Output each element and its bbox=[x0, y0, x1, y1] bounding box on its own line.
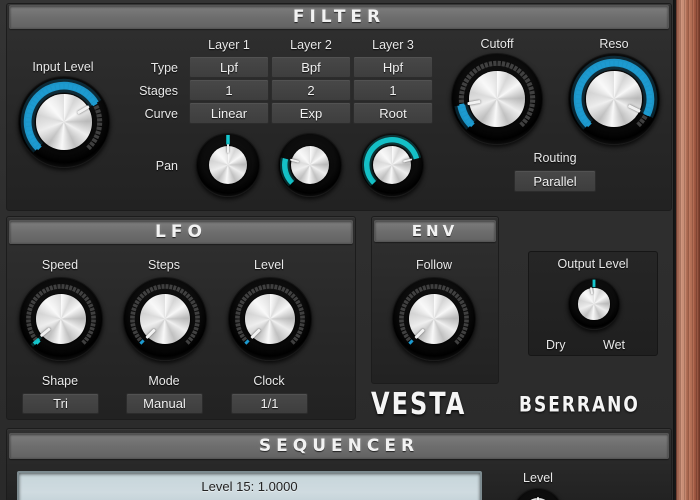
layer-3-curve-cell[interactable]: Root bbox=[353, 102, 433, 124]
plugin-window: FILTER Input Level Layer 1 Layer 2 Layer… bbox=[0, 0, 700, 500]
knob-cap bbox=[578, 288, 610, 320]
reso-knob[interactable] bbox=[568, 53, 660, 145]
layer-3-stages-cell[interactable]: 1 bbox=[353, 79, 433, 101]
layer-3-header: Layer 3 bbox=[372, 38, 414, 52]
brand-logo: VESTA bbox=[371, 386, 467, 422]
lfo-level-label: Level bbox=[254, 258, 284, 272]
row-label-stages: Stages bbox=[139, 84, 178, 98]
env-header-bar: ENV bbox=[374, 220, 496, 242]
lfo-level-knob[interactable] bbox=[228, 277, 312, 361]
routing-label: Routing bbox=[533, 151, 577, 165]
layer-1-header: Layer 1 bbox=[208, 38, 250, 52]
sequencer-display[interactable]: Level 15: 1.0000 bbox=[17, 471, 482, 500]
layer-2-curve-cell[interactable]: Exp bbox=[271, 102, 351, 124]
lfo-mode-cell[interactable]: Manual bbox=[126, 393, 203, 414]
input-level-label: Input Level bbox=[32, 60, 94, 74]
layer-1-curve-cell[interactable]: Linear bbox=[189, 102, 269, 124]
lfo-clock-label: Clock bbox=[253, 374, 285, 388]
lfo-mode-label: Mode bbox=[148, 374, 180, 388]
routing-value-cell[interactable]: Parallel bbox=[514, 170, 596, 192]
layer-2-pan-knob[interactable] bbox=[278, 133, 342, 197]
layer-1-type-cell[interactable]: Lpf bbox=[189, 56, 269, 78]
knob-cap bbox=[372, 145, 412, 185]
sequencer-level-knob[interactable] bbox=[513, 488, 563, 500]
env-follow-label: Follow bbox=[415, 258, 453, 272]
layer-3-pan-knob[interactable] bbox=[360, 133, 424, 197]
knob-cap bbox=[290, 145, 330, 185]
env-follow-knob[interactable] bbox=[392, 277, 476, 361]
layer-1-stages-cell[interactable]: 1 bbox=[189, 79, 269, 101]
lfo-steps-label: Steps bbox=[148, 258, 180, 272]
pan-label: Pan bbox=[155, 159, 178, 173]
input-level-knob[interactable] bbox=[18, 76, 110, 168]
layer-2-stages-cell[interactable]: 2 bbox=[271, 79, 351, 101]
lfo-header-bar: LFO bbox=[9, 220, 353, 244]
env-title: ENV bbox=[411, 222, 459, 240]
knob-cap bbox=[36, 94, 92, 150]
lfo-shape-cell[interactable]: Tri bbox=[22, 393, 99, 414]
output-level-knob[interactable] bbox=[568, 278, 620, 330]
lfo-speed-label: Speed bbox=[41, 258, 79, 272]
filter-title: FILTER bbox=[292, 7, 386, 27]
layer-3-type-cell[interactable]: Hpf bbox=[353, 56, 433, 78]
author-logo: BSERRANO bbox=[519, 392, 640, 418]
wood-side-panel bbox=[676, 0, 700, 500]
cutoff-label: Cutoff bbox=[480, 37, 514, 51]
row-label-curve: Curve bbox=[144, 107, 178, 121]
knob-cap bbox=[586, 71, 642, 127]
lfo-clock-cell[interactable]: 1/1 bbox=[231, 393, 308, 414]
layer-2-type-cell[interactable]: Bpf bbox=[271, 56, 351, 78]
sequencer-level-label: Level bbox=[523, 471, 553, 485]
sequencer-display-text: Level 15: 1.0000 bbox=[201, 479, 298, 494]
output-level-label: Output Level bbox=[557, 257, 629, 271]
reso-label: Reso bbox=[599, 37, 629, 51]
knob-cap bbox=[35, 293, 87, 345]
knob-pointer bbox=[226, 144, 230, 154]
row-label-type: Type bbox=[150, 61, 178, 75]
filter-header-bar: FILTER bbox=[9, 5, 669, 29]
knob-cap bbox=[469, 71, 525, 127]
cutoff-knob[interactable] bbox=[451, 53, 543, 145]
layer-2-header: Layer 2 bbox=[290, 38, 332, 52]
lfo-steps-knob[interactable] bbox=[123, 277, 207, 361]
sequencer-title: SEQUENCER bbox=[258, 436, 420, 456]
sequencer-header-bar: SEQUENCER bbox=[9, 433, 669, 459]
lfo-title: LFO bbox=[155, 222, 207, 242]
lfo-shape-label: Shape bbox=[41, 374, 79, 388]
layer-1-pan-knob[interactable] bbox=[196, 133, 260, 197]
output-dry-label: Dry bbox=[546, 338, 566, 352]
lfo-speed-knob[interactable] bbox=[19, 277, 103, 361]
output-wet-label: Wet bbox=[603, 338, 625, 352]
